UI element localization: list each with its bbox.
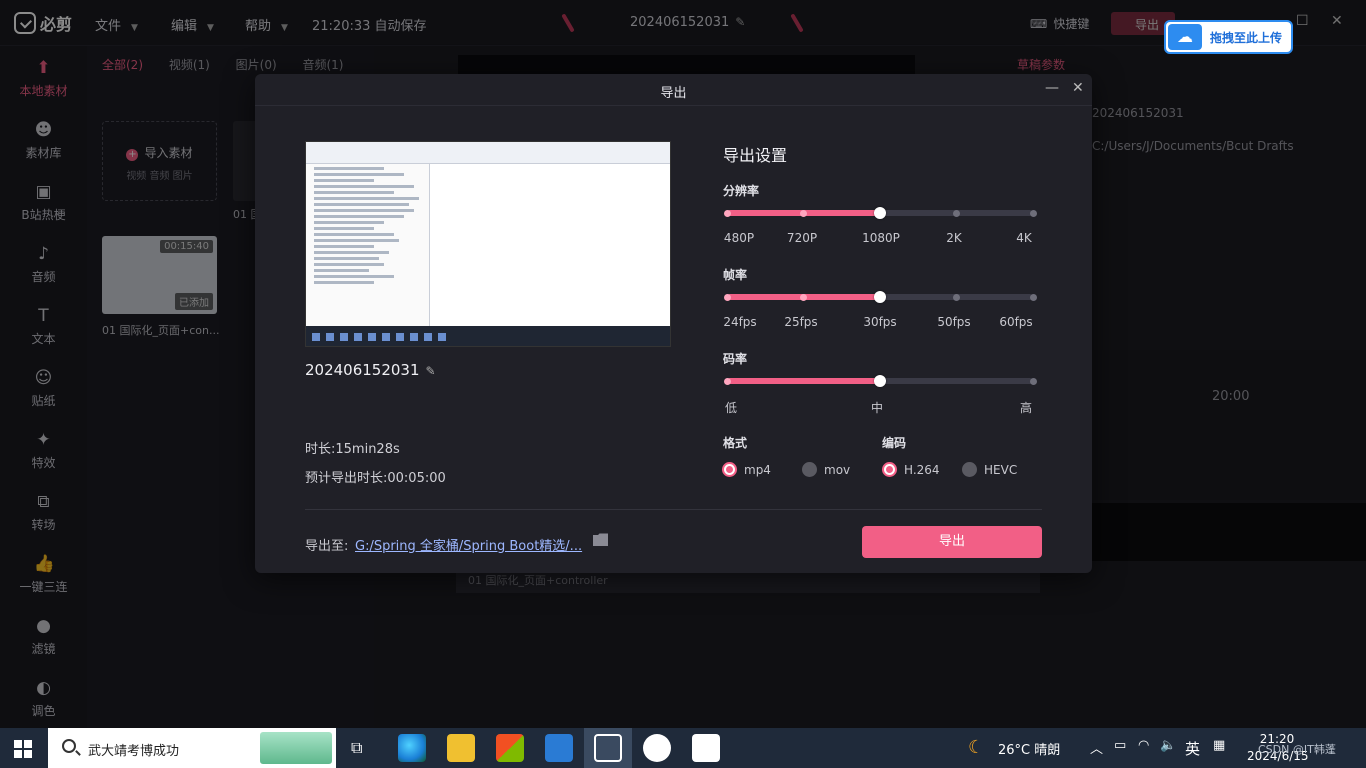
dialog-title: 导出 — [660, 86, 687, 101]
framerate-stop: 30fps — [863, 315, 897, 329]
bcut-app-icon[interactable] — [594, 734, 622, 762]
framerate-slider[interactable] — [723, 291, 1037, 303]
folder-icon[interactable] — [593, 533, 608, 546]
framerate-stop: 25fps — [784, 315, 818, 329]
framerate-stop: 50fps — [937, 315, 971, 329]
slider-fill — [727, 378, 880, 384]
slider-knob[interactable] — [874, 291, 886, 303]
resolution-stop: 1080P — [862, 231, 900, 245]
watermark-text: CSDN @IT韩蓬 — [1258, 743, 1336, 756]
resolution-stop: 480P — [723, 231, 755, 245]
baidu-netdisk-icon[interactable] — [643, 734, 671, 762]
slider-tick[interactable] — [953, 209, 960, 217]
battery-icon[interactable]: ▭ — [1114, 738, 1126, 753]
radio-unselected — [962, 462, 977, 477]
chevron-up-icon[interactable]: ︿ — [1090, 738, 1103, 757]
volume-icon[interactable]: 🔈 — [1160, 738, 1176, 753]
task-view-icon[interactable]: ⧉ — [351, 738, 362, 758]
thumb-taskbar — [306, 326, 670, 346]
search-highlight-image — [260, 732, 332, 764]
close-icon[interactable]: ✕ — [1072, 80, 1084, 96]
search-icon — [62, 739, 76, 753]
dialog-header: 导出 — ✕ — [255, 74, 1092, 106]
slider-tick[interactable] — [723, 209, 731, 217]
video-preview-thumbnail — [305, 141, 671, 347]
slider-knob[interactable] — [874, 207, 886, 219]
format-label: 格式 — [723, 436, 748, 450]
thumb-tree — [306, 164, 430, 328]
mail-icon[interactable] — [545, 734, 573, 762]
weather-text[interactable]: 26°C 晴朗 — [998, 739, 1060, 758]
slider-tick[interactable] — [800, 293, 807, 301]
radio-unselected — [802, 462, 817, 477]
minimize-icon[interactable]: — — [1045, 80, 1059, 96]
slider-tick[interactable] — [800, 209, 807, 217]
bitrate-stop: 低 — [724, 401, 738, 415]
slider-tick[interactable] — [1029, 293, 1037, 301]
bitrate-label: 码率 — [723, 352, 748, 366]
settings-title: 导出设置 — [723, 146, 788, 165]
taskbar-search[interactable]: 武大靖考博成功 — [48, 728, 336, 768]
keyboard-grid-icon[interactable]: ▦ — [1213, 738, 1225, 753]
framerate-stop: 24fps — [723, 315, 757, 329]
export-project-name: 202406152031 ✎ — [305, 361, 436, 379]
windows-taskbar: 武大靖考博成功 ⧉ ☾ 26°C 晴朗 ︿ ▭ ◠ 🔈 英 ▦ 21:20 202… — [0, 728, 1366, 768]
slider-tick[interactable] — [723, 293, 731, 301]
resolution-stop: 720P — [786, 231, 818, 245]
slider-tick[interactable] — [1029, 377, 1037, 385]
format-mov-radio[interactable]: mov — [802, 462, 850, 477]
edge-icon[interactable] — [398, 734, 426, 762]
export-path-label: 导出至: — [305, 539, 349, 554]
slider-tick[interactable] — [723, 377, 731, 385]
duration-info: 时长:15min28s — [305, 442, 400, 457]
dialog-divider — [305, 509, 1042, 510]
xmind-icon[interactable] — [692, 734, 720, 762]
thumb-editor — [432, 164, 668, 328]
codec-h264-radio[interactable]: H.264 — [882, 462, 940, 477]
slider-tick[interactable] — [953, 293, 960, 301]
export-button[interactable]: 导出 — [862, 526, 1042, 558]
framerate-label: 帧率 — [723, 268, 748, 282]
bitrate-stop: 中 — [870, 401, 884, 415]
radio-selected — [882, 462, 897, 477]
eta-info: 预计导出时长:00:05:00 — [305, 471, 446, 486]
resolution-slider[interactable] — [723, 207, 1037, 219]
thumb-menubar — [306, 142, 670, 164]
slider-knob[interactable] — [874, 375, 886, 387]
slider-tick[interactable] — [1029, 209, 1037, 217]
bcut-app: 必剪 文件 ▼ 编辑 ▼ 帮助 ▼ 21:20:33 自动保存 20240615203… — [0, 0, 1366, 728]
cloud-icon: ☁ — [1168, 24, 1202, 50]
resolution-label: 分辨率 — [723, 184, 760, 198]
framerate-stop: 60fps — [999, 315, 1033, 329]
export-dialog: 导出 — ✕ 202406152031 ✎ 时长:15min28s 预计导出时长:… — [255, 74, 1092, 573]
radio-selected — [722, 462, 737, 477]
wifi-icon[interactable]: ◠ — [1138, 738, 1149, 753]
windows-start-icon[interactable] — [14, 740, 32, 758]
store-icon[interactable] — [496, 734, 524, 762]
weather-icon: ☾ — [968, 737, 985, 758]
drag-upload-widget[interactable]: ☁ 拖拽至此上传 — [1164, 20, 1293, 54]
bitrate-stop: 高 — [1019, 401, 1033, 415]
file-explorer-icon[interactable] — [447, 734, 475, 762]
edit-icon[interactable]: ✎ — [426, 364, 436, 378]
resolution-stop: 2K — [946, 231, 962, 245]
format-mp4-radio[interactable]: mp4 — [722, 462, 771, 477]
export-path-link[interactable]: G:/Spring 全家桶/Spring Boot精选/... — [355, 535, 582, 554]
resolution-stop: 4K — [1016, 231, 1032, 245]
ime-indicator[interactable]: 英 — [1185, 738, 1200, 759]
codec-label: 编码 — [882, 436, 907, 450]
codec-hevc-radio[interactable]: HEVC — [962, 462, 1017, 477]
bitrate-slider[interactable] — [723, 375, 1037, 387]
